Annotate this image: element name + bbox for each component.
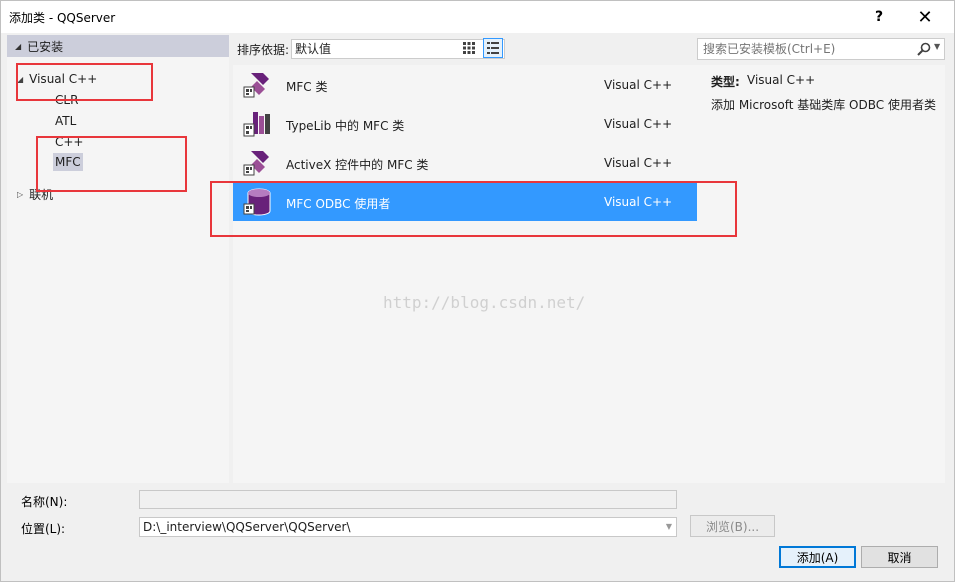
cancel-button[interactable]: 取消 (861, 546, 938, 568)
location-value: D:\_interview\QQServer\QQServer\ (143, 520, 351, 534)
location-combobox[interactable]: D:\_interview\QQServer\QQServer\ ▼ (139, 517, 677, 537)
search-icon[interactable] (916, 41, 932, 57)
search-input[interactable] (703, 42, 903, 56)
annotation-box-odbc-template (210, 181, 737, 237)
template-description: 添加 Microsoft 基础类库 ODBC 使用者类 (711, 98, 936, 112)
activex-icon (243, 151, 269, 176)
expanded-triangle-icon: ◢ (15, 41, 22, 51)
name-label: 名称(N): (21, 495, 68, 509)
name-input[interactable] (139, 490, 677, 509)
template-item-typelib-mfc[interactable]: TypeLib 中的 MFC 类 Visual C++ (233, 105, 697, 143)
template-name: MFC 类 (286, 80, 328, 94)
collapsed-triangle-icon: ▷ (17, 190, 24, 199)
dialog-title: 添加类 - QQServer (9, 11, 116, 25)
grid-icon (463, 42, 475, 54)
location-label: 位置(L): (21, 522, 66, 536)
installed-header[interactable]: ◢ 已安装 (7, 35, 229, 57)
add-button[interactable]: 添加(A) (779, 546, 856, 568)
template-list: MFC 类 Visual C++ TypeLib 中的 MFC 类 Visual… (233, 65, 699, 483)
list-view-button[interactable] (483, 38, 503, 58)
annotation-box-visual-cpp (16, 63, 153, 101)
template-language: Visual C++ (604, 117, 673, 131)
sort-value: 默认值 (295, 42, 332, 56)
title-bar: 添加类 - QQServer ? ✕ (1, 1, 954, 33)
watermark-text: http://blog.csdn.net/ (383, 293, 586, 312)
mfc-class-icon (243, 73, 269, 98)
list-icon (487, 42, 499, 54)
chevron-down-icon: ▼ (665, 522, 672, 531)
typelib-icon (243, 112, 270, 137)
template-item-activex-mfc[interactable]: ActiveX 控件中的 MFC 类 Visual C++ (233, 144, 697, 182)
template-toolbar: 排序依据: 默认值 ▼ (233, 37, 693, 61)
template-language: Visual C++ (604, 78, 673, 92)
small-icons-view-button[interactable] (459, 38, 479, 58)
close-button[interactable]: ✕ (902, 1, 948, 33)
annotation-box-mfc (36, 136, 187, 192)
template-language: Visual C++ (604, 156, 673, 170)
type-value: Visual C++ (747, 73, 816, 87)
type-label: 类型: (711, 75, 740, 89)
chevron-down-icon[interactable]: ▼ (934, 42, 940, 51)
installed-label: 已安装 (27, 39, 64, 54)
help-button[interactable]: ? (856, 1, 902, 33)
tree-item-atl[interactable]: ATL (55, 114, 76, 128)
template-details-panel: 类型: Visual C++ 添加 Microsoft 基础类库 ODBC 使用… (699, 65, 945, 483)
sort-label: 排序依据: (237, 43, 290, 57)
template-name: ActiveX 控件中的 MFC 类 (286, 158, 429, 172)
browse-button[interactable]: 浏览(B)... (690, 515, 775, 537)
template-category-tree: ◢ 已安装 ◢ Visual C++ CLR ATL C++ MFC ▷ 联机 (7, 35, 229, 483)
template-search-box[interactable]: ▼ (697, 38, 945, 60)
template-item-mfc-class[interactable]: MFC 类 Visual C++ (233, 66, 697, 104)
template-name: TypeLib 中的 MFC 类 (286, 119, 405, 133)
